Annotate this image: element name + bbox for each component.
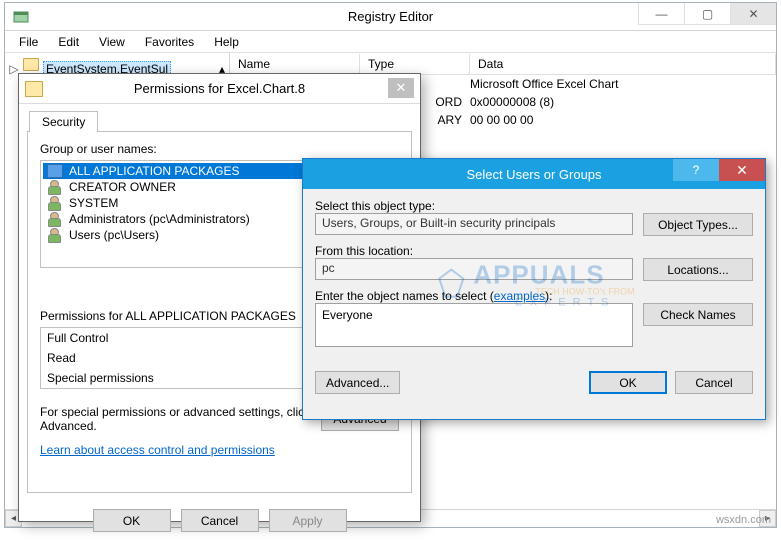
col-type[interactable]: Type	[360, 54, 470, 74]
folder-icon	[23, 58, 39, 71]
titlebar: Registry Editor — ▢ ✕	[5, 3, 776, 31]
col-data[interactable]: Data	[470, 54, 776, 74]
group-icon	[47, 228, 63, 242]
select-users-dialog: Select Users or Groups ? ✕ APPUALS TECH …	[302, 158, 766, 420]
locations-button[interactable]: Locations...	[643, 258, 753, 281]
scroll-right-button[interactable]: ▸	[759, 510, 776, 527]
user-icon	[47, 196, 63, 210]
object-type-field: Users, Groups, or Built-in security prin…	[315, 213, 633, 235]
location-field: pc	[315, 258, 633, 280]
minimize-button[interactable]: —	[638, 3, 684, 25]
package-icon	[47, 164, 63, 178]
apply-button[interactable]: Apply	[269, 509, 347, 532]
group-icon	[47, 212, 63, 226]
cancel-button[interactable]: Cancel	[675, 371, 753, 394]
col-name[interactable]: Name	[230, 54, 360, 74]
menu-file[interactable]: File	[11, 33, 46, 51]
check-names-button[interactable]: Check Names	[643, 303, 753, 326]
menubar: File Edit View Favorites Help	[5, 31, 776, 53]
menu-edit[interactable]: Edit	[50, 33, 87, 51]
permissions-titlebar: Permissions for Excel.Chart.8 ✕	[19, 74, 420, 104]
maximize-button[interactable]: ▢	[684, 3, 730, 25]
ok-button[interactable]: OK	[93, 509, 171, 532]
user-icon	[47, 180, 63, 194]
object-types-button[interactable]: Object Types...	[643, 213, 753, 236]
object-names-label: Enter the object names to select (exampl…	[315, 289, 753, 303]
close-button[interactable]: ✕	[730, 3, 776, 25]
ok-button[interactable]: OK	[589, 371, 667, 394]
permissions-title: Permissions for Excel.Chart.8	[19, 81, 420, 96]
group-label: Group or user names:	[40, 142, 399, 156]
advanced-footnote: For special permissions or advanced sett…	[40, 405, 321, 433]
menu-favorites[interactable]: Favorites	[137, 33, 202, 51]
select-titlebar: Select Users or Groups ? ✕	[303, 159, 765, 189]
cancel-button[interactable]: Cancel	[181, 509, 259, 532]
list-header: Name Type Data	[230, 53, 776, 75]
menu-view[interactable]: View	[91, 33, 133, 51]
learn-link[interactable]: Learn about access control and permissio…	[40, 443, 275, 457]
close-button[interactable]: ✕	[719, 159, 765, 181]
location-label: From this location:	[315, 244, 753, 258]
help-button[interactable]: ?	[673, 159, 719, 181]
regedit-icon	[13, 9, 29, 25]
permissions-for-label: Permissions for ALL APPLICATION PACKAGES	[40, 309, 299, 323]
object-names-input[interactable]: Everyone	[315, 303, 633, 347]
menu-help[interactable]: Help	[206, 33, 247, 51]
advanced-button[interactable]: Advanced...	[315, 371, 400, 394]
object-type-label: Select this object type:	[315, 199, 753, 213]
tab-security[interactable]: Security	[29, 111, 98, 132]
folder-icon	[25, 81, 43, 97]
examples-link[interactable]: examples	[494, 289, 545, 303]
close-button[interactable]: ✕	[388, 78, 414, 98]
